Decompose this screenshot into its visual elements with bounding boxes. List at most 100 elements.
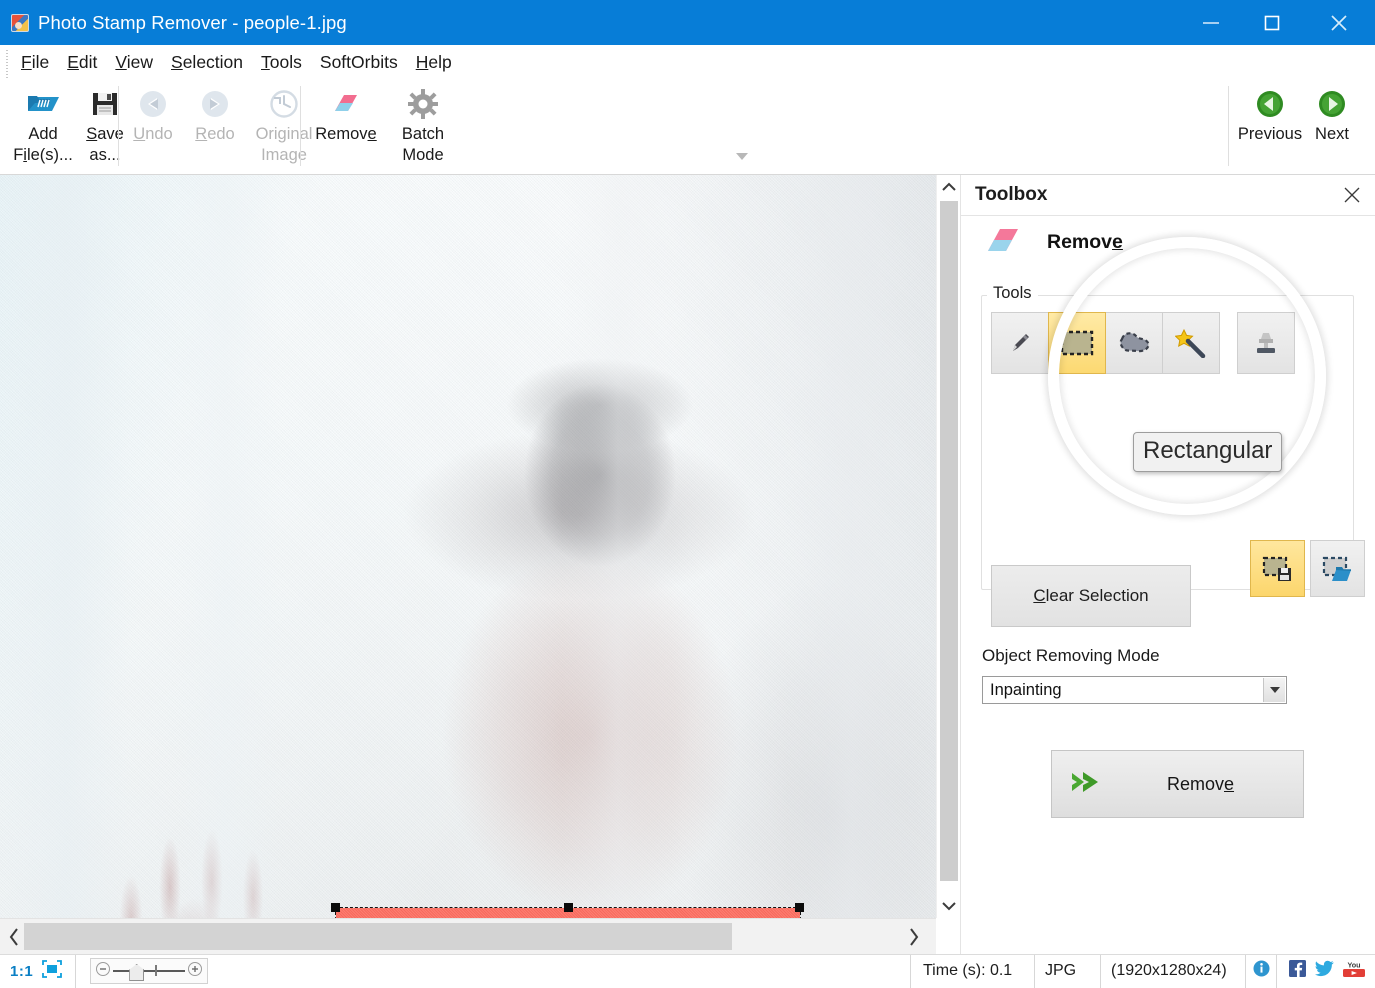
remove-toolbar-button[interactable]: Remove (304, 78, 388, 145)
zoom-ratio-cell: 1:1 (0, 955, 37, 988)
remove-heading-label: Remove (1047, 230, 1123, 253)
time-cell: Time (s): 0.1 (911, 954, 1035, 988)
toolbox-remove-heading: Remove (981, 223, 1123, 261)
zoom-in-icon[interactable] (187, 961, 203, 982)
scroll-right-icon[interactable] (902, 919, 926, 954)
zoom-slider[interactable] (90, 958, 209, 984)
gear-icon (408, 87, 438, 121)
scroll-up-icon[interactable] (937, 175, 961, 199)
add-files-icon (26, 87, 60, 121)
vertical-scroll-thumb[interactable] (940, 201, 958, 881)
rectangular-selection-icon (1060, 330, 1094, 356)
undo-icon (138, 87, 168, 121)
undo-label: Undo (133, 125, 173, 143)
selection-handle-nw[interactable] (331, 903, 340, 912)
selection-handle-n[interactable] (564, 903, 573, 912)
zoom-slider-track[interactable] (113, 964, 186, 981)
zoom-slider-cell (76, 955, 218, 988)
redo-label: Redo (195, 125, 235, 143)
scroll-left-icon[interactable] (2, 919, 26, 954)
batch-mode-label: Batch Mode (401, 125, 445, 164)
toolbox-title: Toolbox (975, 184, 1048, 205)
application-window: Photo Stamp Remover - people-1.jpg FFile… (0, 0, 1375, 988)
scrollbar-corner (936, 918, 960, 954)
horizontal-scroll-thumb[interactable] (24, 923, 732, 950)
selection-region[interactable]: Censored (331, 903, 804, 918)
undo-button[interactable]: Undo (122, 78, 184, 145)
image-canvas[interactable]: Censored (0, 175, 936, 918)
tools-legend: Tools (987, 284, 1038, 303)
add-files-button[interactable]: Add File(s)... (12, 78, 74, 166)
close-button[interactable] (1303, 0, 1375, 45)
horizontal-scrollbar[interactable] (0, 918, 936, 954)
toolbox-panel: Toolbox Remove Tools Clear Selection Obj… (960, 175, 1375, 954)
remove-toolbar-label: Remove (315, 125, 377, 143)
chevron-down-icon[interactable] (1263, 678, 1285, 702)
toolbar-group-actions: Remove Batch Mode (304, 78, 748, 173)
twitter-icon[interactable] (1315, 960, 1334, 982)
clear-selection-button[interactable]: Clear Selection (991, 565, 1191, 627)
window-controls (1181, 0, 1375, 45)
close-icon[interactable] (1341, 184, 1363, 206)
pencil-marker-icon (1013, 334, 1029, 351)
object-removing-mode-select[interactable]: Inpainting (982, 676, 1287, 704)
menu-file[interactable]: FFileile (12, 52, 58, 72)
toolbar-separator-1 (118, 86, 119, 166)
app-logo-icon (11, 13, 29, 32)
selection-handle-ne[interactable] (795, 903, 804, 912)
facebook-icon[interactable] (1289, 960, 1306, 982)
load-selection-button[interactable] (1310, 540, 1365, 597)
save-selection-button[interactable] (1250, 540, 1305, 597)
menu-edit[interactable]: Edit (58, 52, 106, 72)
menu-view[interactable]: View (106, 52, 162, 72)
next-button[interactable]: Next (1304, 78, 1360, 145)
fit-to-window-icon[interactable] (41, 959, 63, 984)
original-image-clock-icon (269, 87, 299, 121)
toolbar-overflow-icon[interactable] (736, 153, 748, 160)
batch-mode-button[interactable]: Batch Mode (388, 78, 458, 166)
menu-softorbits[interactable]: SoftOrbits (311, 52, 407, 72)
magic-wand-tool-button[interactable] (1162, 312, 1220, 374)
maximize-button[interactable] (1241, 0, 1303, 45)
youtube-icon[interactable]: You (1343, 960, 1365, 982)
info-icon[interactable] (1253, 960, 1270, 982)
remove-button[interactable]: Remove (1051, 750, 1304, 818)
window-title: Photo Stamp Remover - people-1.jpg (38, 11, 347, 33)
remove-button-label: Remove (1166, 773, 1235, 794)
toolbar-separator-2 (300, 86, 301, 166)
toolbar-separator-3 (1228, 86, 1229, 166)
clone-stamp-icon (1257, 333, 1275, 353)
redo-icon (200, 87, 230, 121)
minimize-button[interactable] (1181, 0, 1241, 45)
load-selection-icon (1322, 556, 1351, 581)
zoom-out-icon[interactable] (95, 961, 111, 982)
dimensions-cell: (1920x1280x24) (1101, 954, 1246, 988)
menu-selection[interactable]: Selection (162, 52, 252, 72)
save-selection-icon (1262, 556, 1291, 581)
menu-tools[interactable]: Tools (252, 52, 311, 72)
scroll-down-icon[interactable] (937, 894, 961, 918)
info-cell (1246, 954, 1277, 988)
stamp-tool-button[interactable] (1237, 312, 1295, 374)
menu-help[interactable]: Help (407, 52, 461, 72)
eraser-icon (981, 223, 1025, 261)
next-label: Next (1315, 125, 1349, 143)
photo-image (0, 175, 936, 918)
add-files-label: Add File(s)... (13, 125, 73, 164)
vertical-scrollbar[interactable] (936, 175, 960, 918)
lasso-tool-button[interactable] (1105, 312, 1163, 374)
rectangular-tool-button[interactable] (1048, 312, 1106, 374)
clear-selection-label: Clear Selection (1033, 586, 1149, 605)
eraser-icon (329, 87, 363, 121)
svg-text:You: You (1347, 960, 1360, 969)
marker-tool-button[interactable] (991, 312, 1049, 374)
title-bar: Photo Stamp Remover - people-1.jpg (0, 0, 1375, 45)
previous-button[interactable]: Previous (1236, 78, 1304, 145)
redo-button[interactable]: Redo (184, 78, 246, 145)
object-removing-mode-label: Object Removing Mode (982, 646, 1160, 665)
toolbar-group-history: Undo Redo Original Image (122, 78, 322, 173)
lasso-selection-icon (1119, 332, 1150, 353)
format-cell: JPG (1035, 954, 1101, 988)
zoom-slider-handle[interactable] (129, 964, 145, 981)
toolbar-group-navigation: Previous Next (1236, 78, 1360, 173)
